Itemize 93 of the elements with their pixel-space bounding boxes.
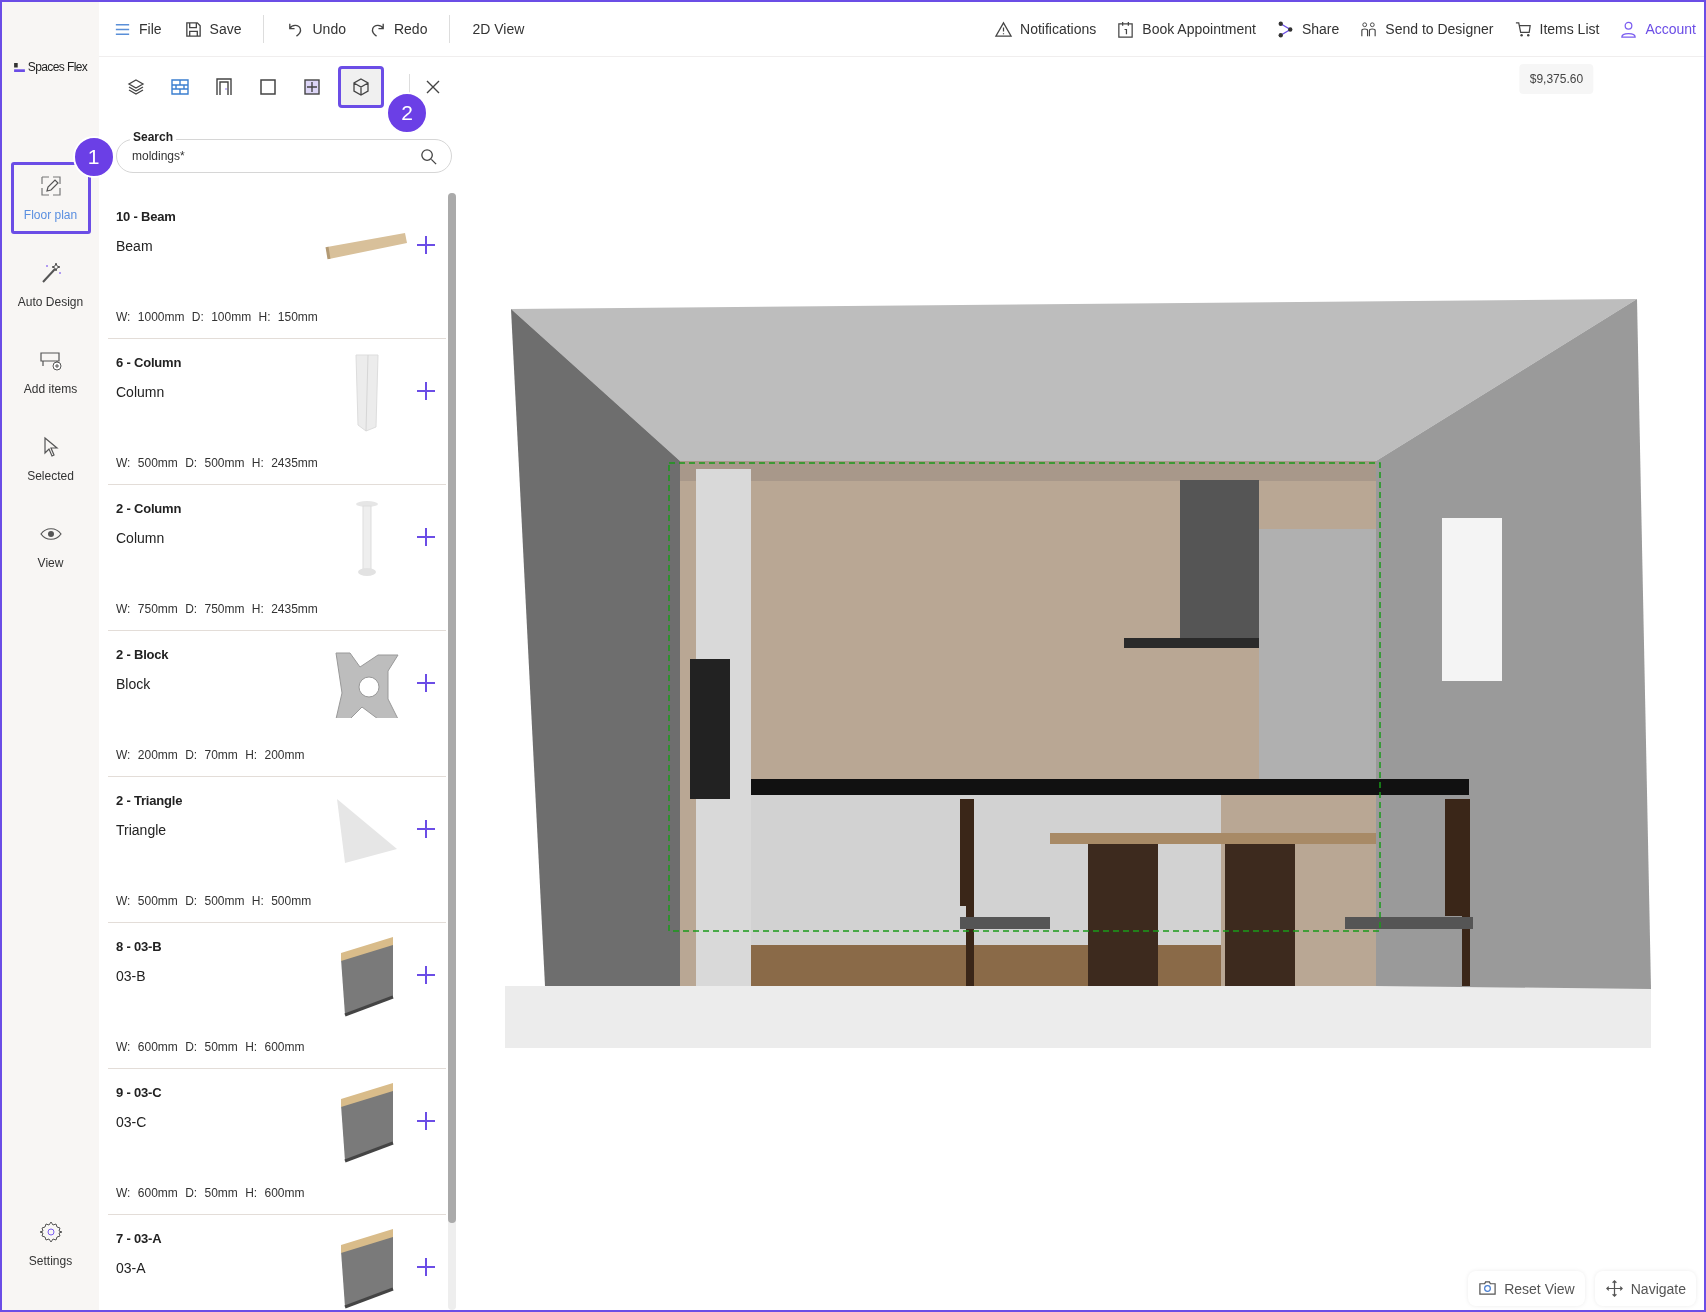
toolbar-button[interactable]: Undo [286,19,346,39]
search-icon [419,146,438,166]
item-dimensions: W: 500mm D: 500mm H: 500mm [116,894,313,908]
plus-icon [416,527,436,547]
item-dimensions: W: 600mm D: 50mm H: 600mm [116,1040,306,1054]
item-name: Triangle [116,822,168,838]
add-button[interactable] [414,671,438,695]
item-dimensions: W: 200mm D: 70mm H: 200mm [116,748,306,762]
square-icon [258,77,278,97]
sidebar-item[interactable]: Auto Design [10,249,91,321]
toolbar-button[interactable]: Book Appointment [1116,19,1256,39]
item-title: 2 - Triangle [116,793,184,808]
search-input[interactable]: moldings* [132,149,419,163]
user-icon [1619,19,1639,39]
cube-icon [351,77,371,97]
viewport-button[interactable]: Reset View [1468,1271,1585,1306]
add-button[interactable] [414,1109,438,1133]
item-title: 2 - Block [116,647,170,662]
settings-icon [38,1220,63,1244]
item-name: 03-A [116,1260,147,1276]
step-badge: 2 [386,92,428,134]
catalog-item[interactable]: 9 - 03-C 03-C W: 600mm D: 50mm H: 600mm [108,1069,446,1215]
add-button[interactable] [414,1255,438,1279]
add-button[interactable] [414,233,438,257]
pencil-square-icon [38,174,63,198]
plus-icon [416,819,436,839]
item-name: Column [116,530,166,546]
logo-icon [13,62,25,72]
catalog-item[interactable]: 2 - Column Column W: 750mm D: 750mm H: 2435mm [108,485,446,631]
toolbar-button[interactable]: 2D View [472,21,525,37]
plus-icon [416,381,436,401]
item-name: Beam [116,238,154,254]
warning-icon [994,19,1014,39]
catalog-item[interactable]: 10 - Beam Beam W: 1000mm D: 100mm H: 150mm [108,193,446,339]
sidebar-item[interactable]: Add items [10,336,91,408]
catalog-item[interactable]: 2 - Block Block W: 200mm D: 70mm H: 200mm [108,631,446,777]
settings-button[interactable]: Settings [10,1208,91,1280]
toolbar-button[interactable]: Share [1275,19,1340,39]
panel-tab[interactable] [338,66,384,108]
step-badge: 1 [72,136,115,178]
catalog-item[interactable]: 6 - Column Column W: 500mm D: 500mm H: 2435mm [108,339,446,485]
add-button[interactable] [414,379,438,403]
catalog-item[interactable]: 2 - Triangle Triangle W: 500mm D: 500mm H: 500mm [108,777,446,923]
item-name: Column [116,384,166,400]
add-button[interactable] [414,963,438,987]
people-icon [1359,19,1379,39]
toolbar-button[interactable]: Account [1619,19,1696,39]
plus-icon [416,1111,436,1131]
plus-icon [416,235,436,255]
item-title: 10 - Beam [116,209,177,224]
total-price-tooltip: $9,375.60 [1519,63,1594,94]
item-title: 7 - 03-A [116,1231,163,1246]
catalog-item[interactable]: 8 - 03-B 03-B W: 600mm D: 50mm H: 600mm [108,923,446,1069]
toolbar-button[interactable]: Notifications [994,19,1097,39]
add-button[interactable] [414,817,438,841]
catalog-item[interactable]: 7 - 03-A 03-A [108,1215,446,1310]
item-title: 6 - Column [116,355,183,370]
block-image [335,652,399,718]
plus-icon [416,673,436,693]
toolbar-button[interactable]: Save [183,19,242,39]
item-dimensions: W: 750mm D: 750mm H: 2435mm [116,602,319,616]
item-title: 9 - 03-C [116,1085,163,1100]
toolbar-button[interactable]: Redo [367,19,428,39]
cart-icon [1513,19,1533,39]
logo-text: Spaces Flex [27,60,88,74]
viewport-button[interactable]: Navigate [1594,1271,1696,1306]
sidebar-item[interactable]: View [10,510,91,582]
triangle-image [336,798,398,864]
window-icon [302,77,322,97]
sidebar-item[interactable]: Selected [10,423,91,495]
item-name: Block [116,676,152,692]
toolbar-button[interactable]: Items List [1513,19,1600,39]
scrollbar-thumb[interactable] [448,193,456,1223]
item-name: 03-B [116,968,147,984]
add-button[interactable] [414,525,438,549]
calendar-icon [1116,19,1136,39]
toolbar-button[interactable]: File [113,19,162,39]
door-icon [214,77,234,97]
item-title: 8 - 03-B [116,939,163,954]
layers-icon [126,77,146,97]
item-dimensions: W: 500mm D: 500mm H: 2435mm [116,456,319,470]
search-label: Search [130,130,177,144]
save-icon [183,19,203,39]
brick-wall-icon [170,77,190,97]
move-icon [1604,1279,1624,1298]
camera-icon [1478,1279,1498,1298]
item-dimensions: W: 1000mm D: 100mm H: 150mm [116,310,319,324]
plus-icon [416,965,436,985]
plus-icon [416,1257,436,1277]
item-dimensions: W: 600mm D: 50mm H: 600mm [116,1186,306,1200]
item-name: 03-C [116,1114,148,1130]
toolbar-button[interactable]: Send to Designer [1359,19,1494,39]
item-title: 2 - Column [116,501,183,516]
